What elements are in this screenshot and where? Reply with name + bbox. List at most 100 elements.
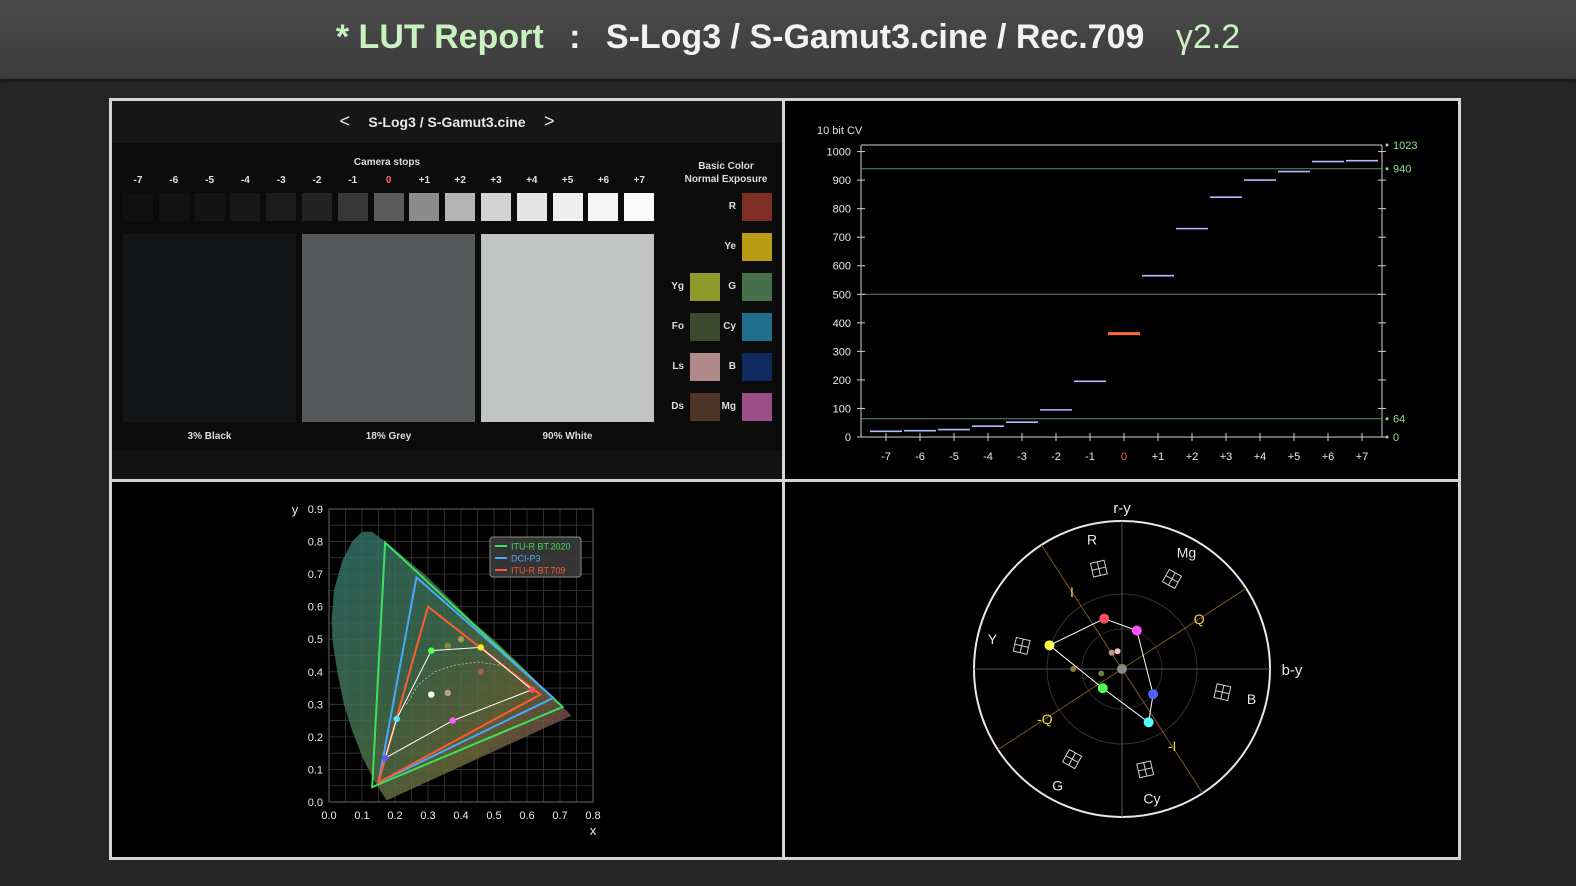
iq-label: -Q <box>1037 711 1053 727</box>
target-box-icon <box>1136 760 1155 779</box>
stop-label: -4 <box>240 175 250 186</box>
x-tick-label: -1 <box>1085 451 1095 463</box>
y-tick-label: 0.5 <box>308 634 323 646</box>
x-tick-label: 0.3 <box>420 810 435 822</box>
vector-point <box>1148 689 1159 700</box>
target-label: Cy <box>1143 791 1160 807</box>
stop-chip <box>230 193 261 221</box>
stop-label: -6 <box>169 175 179 186</box>
y-tick-label: 0.0 <box>308 797 323 809</box>
y-tick-label: 0 <box>845 432 851 444</box>
stop-label: +7 <box>633 175 645 186</box>
basic-color-title-2: Normal Exposure <box>684 174 768 185</box>
y-tick-label: 500 <box>833 289 851 301</box>
x-tick-label: +5 <box>1288 451 1301 463</box>
right-tick-label: 0 <box>1393 432 1399 444</box>
stops-panel-header: < S-Log3 / S-Gamut3.cine > <box>112 101 782 143</box>
stop-chip <box>194 193 225 221</box>
basic-color-label: Ds <box>671 401 684 412</box>
stop-chip <box>158 193 189 221</box>
basic-color-label: Yg <box>671 281 684 292</box>
stop-label: -3 <box>276 175 286 186</box>
stop-chip <box>624 193 655 221</box>
measured-point <box>444 642 451 649</box>
target-box-icon <box>1012 636 1031 655</box>
vector-point <box>1143 717 1154 728</box>
right-tick-dot <box>1385 435 1389 439</box>
basic-color-title-1: Basic Color <box>698 161 754 172</box>
x-tick-label: -3 <box>1017 451 1027 463</box>
iq-label: -I <box>1168 738 1177 754</box>
y-tick-label: 0.2 <box>308 732 323 744</box>
basic-color-label: Ye <box>724 241 736 252</box>
stop-chip <box>409 193 440 221</box>
basic-color-label: R <box>728 201 736 212</box>
basic-color-swatch <box>742 233 772 261</box>
measured-point <box>457 636 465 643</box>
x-tick-label: 0.0 <box>321 810 336 822</box>
stop-label: -2 <box>312 175 322 186</box>
x-tick-label: 0.4 <box>453 810 468 822</box>
stops-panel-footer <box>112 451 782 479</box>
stop-chip <box>445 193 476 221</box>
right-tick-label: 1023 <box>1393 140 1417 152</box>
basic-color-swatch <box>742 393 772 421</box>
cie-chart-panel: 0.0 0.1 0.2 0.3 0.4 0.5 0.6 0.7 0.8 0.0 0.1 0.2 0.3 0… <box>109 479 785 860</box>
gamma-label: γ2.2 <box>1175 18 1241 56</box>
basic-color-label: Mg <box>721 401 736 412</box>
x-tick-label: 0.6 <box>519 810 534 822</box>
iq-label: I <box>1070 584 1074 600</box>
patch-label: 3% Black <box>187 431 232 442</box>
target-box-icon <box>1061 748 1083 770</box>
measured-point <box>381 754 389 762</box>
basic-color-swatch <box>742 313 772 341</box>
stops-panel: < S-Log3 / S-Gamut3.cine > Camera stops … <box>109 98 785 482</box>
next-arrow-icon[interactable]: > <box>544 111 555 132</box>
vector-point <box>1117 664 1127 674</box>
stop-label: +2 <box>454 175 466 186</box>
y-tick-label: 900 <box>833 175 851 187</box>
vector-point <box>1108 649 1115 656</box>
report-main-title: S-Log3 / S-Gamut3.cine / Rec.709 <box>605 18 1145 56</box>
measured-point <box>477 644 484 651</box>
stop-chip <box>302 193 332 221</box>
basic-color-label: G <box>728 281 736 292</box>
title-separator: : <box>569 18 581 56</box>
target-box-icon <box>1089 559 1108 578</box>
stop-label: -5 <box>205 175 215 186</box>
horizontal-divider <box>109 479 1461 482</box>
stop-chip <box>516 193 547 221</box>
target-box-icon <box>1213 683 1232 702</box>
stop-chip <box>373 193 404 221</box>
y-tick-label: 0.3 <box>308 699 323 711</box>
measured-point <box>428 691 435 698</box>
measured-point <box>449 717 456 724</box>
title-bar: * LUT Report : S-Log3 / S-Gamut3.cine / … <box>0 0 1576 79</box>
stop-label: +4 <box>526 175 538 186</box>
stop-label: -7 <box>133 175 143 186</box>
x-tick-label: +6 <box>1322 451 1335 463</box>
y-tick-label: 0.4 <box>308 667 323 679</box>
vector-point <box>1097 683 1108 694</box>
report-prefix: * LUT Report <box>335 18 544 56</box>
stop-label: +1 <box>418 175 431 186</box>
gray-patch <box>123 234 296 422</box>
target-label: Y <box>988 631 998 647</box>
y-tick-label: 1000 <box>827 147 851 159</box>
y-tick-label: 0.7 <box>308 569 323 581</box>
gray-patch <box>481 234 654 422</box>
y-axis-label: y <box>292 502 299 517</box>
y-tick-label: 600 <box>833 261 851 273</box>
y-tick-label: 100 <box>833 403 851 415</box>
iq-label: Q <box>1194 611 1205 627</box>
x-tick-label: 0.7 <box>552 810 567 822</box>
stop-chip <box>481 193 511 221</box>
target-label: R <box>1087 531 1097 547</box>
basic-color-label: Fo <box>671 321 684 332</box>
prev-arrow-icon[interactable]: < <box>339 111 350 132</box>
stop-label: -1 <box>348 175 358 186</box>
measured-point <box>444 689 451 697</box>
y-axis-label: 10 bit CV <box>817 125 863 137</box>
vector-point <box>1070 666 1077 672</box>
stop-chip <box>552 193 583 221</box>
